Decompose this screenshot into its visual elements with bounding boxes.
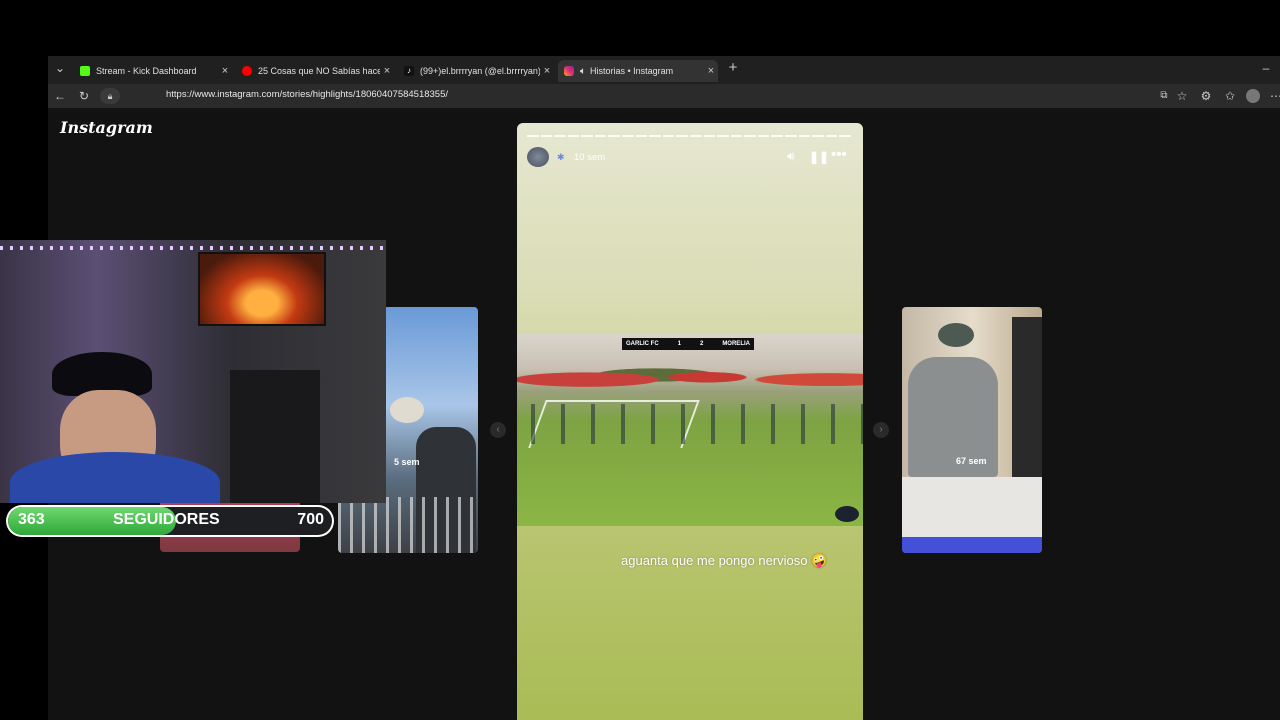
- story-progress-segment: [581, 135, 593, 137]
- more-menu-icon[interactable]: ⋯: [1268, 88, 1280, 104]
- story-progress-segment: [839, 135, 851, 137]
- tab-tiktok-profile[interactable]: ♪ (99+)el.brrrryan (@el.brrrryan) | Ti ×: [398, 60, 554, 82]
- story-options-icon[interactable]: •••: [831, 146, 847, 163]
- close-icon[interactable]: ×: [540, 65, 554, 77]
- story-viewer[interactable]: ✱ 10 sem 🔊︎ ❚❚ ••• GARLIC FC 1 2 MORELIA…: [517, 123, 863, 720]
- cabinet-shape: [230, 370, 320, 503]
- extensions-icon[interactable]: ⚙: [1198, 88, 1214, 104]
- trees-shape: [517, 352, 863, 398]
- kick-icon: [80, 66, 90, 76]
- scoreboard-away-score: 2: [699, 341, 704, 347]
- favorite-star-icon[interactable]: ☆: [1174, 88, 1190, 104]
- story-progress-segment: [635, 135, 648, 137]
- minimize-button[interactable]: –: [1258, 60, 1274, 76]
- mute-speaker-icon[interactable]: 🔊︎: [787, 149, 795, 164]
- tab-label: (99+)el.brrrryan (@el.brrrryan) | Ti: [420, 66, 540, 76]
- story-progress-segment: [717, 135, 729, 137]
- story-progress-segment: [527, 135, 539, 137]
- open-in-app-icon[interactable]: ⧉: [1156, 88, 1172, 104]
- tab-instagram-stories[interactable]: 🔈︎ Historias • Instagram ×: [558, 60, 718, 82]
- story-progress-segment: [730, 135, 743, 137]
- tab-label: 25 Cosas que NO Sabías hace 5 m: [258, 66, 380, 76]
- new-tab-button[interactable]: +: [725, 60, 741, 76]
- story-avatar[interactable]: [527, 147, 549, 167]
- reload-icon[interactable]: ↻: [76, 88, 92, 104]
- scoreboard-home: GARLIC FC: [626, 341, 659, 347]
- collections-icon[interactable]: ✩: [1222, 88, 1238, 104]
- story-age: 10 sem: [574, 152, 606, 163]
- follower-goal-track: 363 SEGUIDORES 700: [8, 507, 332, 535]
- tv-fireplace-shape: [198, 252, 326, 326]
- story-progress-segment: [825, 135, 838, 137]
- story-progress-segment: [662, 135, 675, 137]
- story-progress-segment: [554, 135, 566, 137]
- story-progress-segment: [689, 135, 702, 137]
- site-info-icon[interactable]: 🔒︎: [100, 88, 120, 104]
- back-arrow-icon[interactable]: ←: [52, 88, 68, 104]
- story-thumbnail-next[interactable]: 67 sem: [902, 307, 1042, 553]
- story-progress-segment: [676, 135, 688, 137]
- thumbnail-hat-shape: [390, 397, 424, 423]
- follower-goal-current: 363: [18, 511, 45, 528]
- story-progress-segment: [608, 135, 621, 137]
- speaker-icon[interactable]: 🔈︎: [580, 66, 586, 77]
- thumbnail-age: 5 sem: [394, 457, 420, 467]
- thumbnail-mirror-edge-shape: [1012, 317, 1042, 477]
- browser-address-bar: ← ↻ 🔒︎ https://www.instagram.com/stories…: [48, 84, 1280, 108]
- thumbnail-age: 67 sem: [956, 456, 987, 466]
- story-progress-segment: [567, 135, 580, 137]
- close-icon[interactable]: ×: [380, 65, 394, 77]
- story-progress-segment: [744, 135, 756, 137]
- story-progress-segment: [594, 135, 607, 137]
- story-progress-segment: [649, 135, 661, 137]
- tab-label: Historias • Instagram: [590, 66, 674, 76]
- tiktok-icon: ♪: [404, 66, 414, 76]
- story-progress-segment: [703, 135, 716, 137]
- pause-icon[interactable]: ❚❚: [809, 150, 829, 164]
- close-icon[interactable]: ×: [704, 65, 718, 77]
- tab-kick-dashboard[interactable]: Stream - Kick Dashboard ×: [74, 60, 232, 82]
- story-progress-segment: [812, 135, 824, 137]
- story-caption: aguanta que me pongo nervioso 🤪: [621, 553, 828, 568]
- browser-tab-bar: ⌄ Stream - Kick Dashboard × 25 Cosas que…: [48, 56, 1280, 84]
- scoreboard-away: MORELIA: [722, 341, 750, 347]
- story-progress-segment: [540, 135, 553, 137]
- thumbnail-fence-shape: [338, 497, 478, 553]
- follower-goal-target: 700: [297, 511, 324, 528]
- instagram-logo[interactable]: Instagram: [60, 118, 153, 137]
- tab-youtube-video[interactable]: 25 Cosas que NO Sabías hace 5 m ×: [236, 60, 394, 82]
- follower-goal-label: SEGUIDORES: [113, 511, 220, 528]
- previous-story-arrow-icon[interactable]: ‹: [490, 422, 506, 438]
- profile-avatar[interactable]: [1246, 89, 1260, 103]
- streamer-shirt-shape: [10, 452, 220, 503]
- scoreboard-home-score: 1: [677, 341, 681, 347]
- story-progress-segment: [757, 135, 770, 137]
- story-photo: GARLIC FC 1 2 MORELIA: [517, 334, 863, 526]
- url-field[interactable]: https://www.instagram.com/stories/highli…: [166, 89, 448, 100]
- watermark-logo: [835, 506, 859, 522]
- thumbnail-blue-light-shape: [902, 537, 1042, 553]
- youtube-icon: [242, 66, 252, 76]
- story-progress-segment: [798, 135, 811, 137]
- players-shape: [517, 404, 863, 444]
- webcam-overlay: [0, 240, 386, 503]
- close-icon[interactable]: ×: [218, 65, 232, 77]
- story-progress-segment: [771, 135, 783, 137]
- thumbnail-cap-shape: [938, 323, 974, 347]
- follower-goal-bar: 363 SEGUIDORES 700: [6, 505, 334, 537]
- instagram-icon: [564, 66, 574, 76]
- story-progress-segment: [784, 135, 797, 137]
- led-lights-shape: [0, 246, 386, 250]
- story-progress-bar: [527, 135, 851, 137]
- next-story-arrow-icon[interactable]: ›: [873, 422, 889, 438]
- tab-label: Stream - Kick Dashboard: [96, 66, 197, 76]
- tab-list-chevron-icon[interactable]: ⌄: [52, 60, 68, 76]
- story-progress-segment: [622, 135, 634, 137]
- scoreboard: GARLIC FC 1 2 MORELIA: [622, 338, 754, 350]
- verified-badge-icon: ✱: [557, 152, 565, 162]
- thumbnail-sink-shape: [902, 477, 1042, 537]
